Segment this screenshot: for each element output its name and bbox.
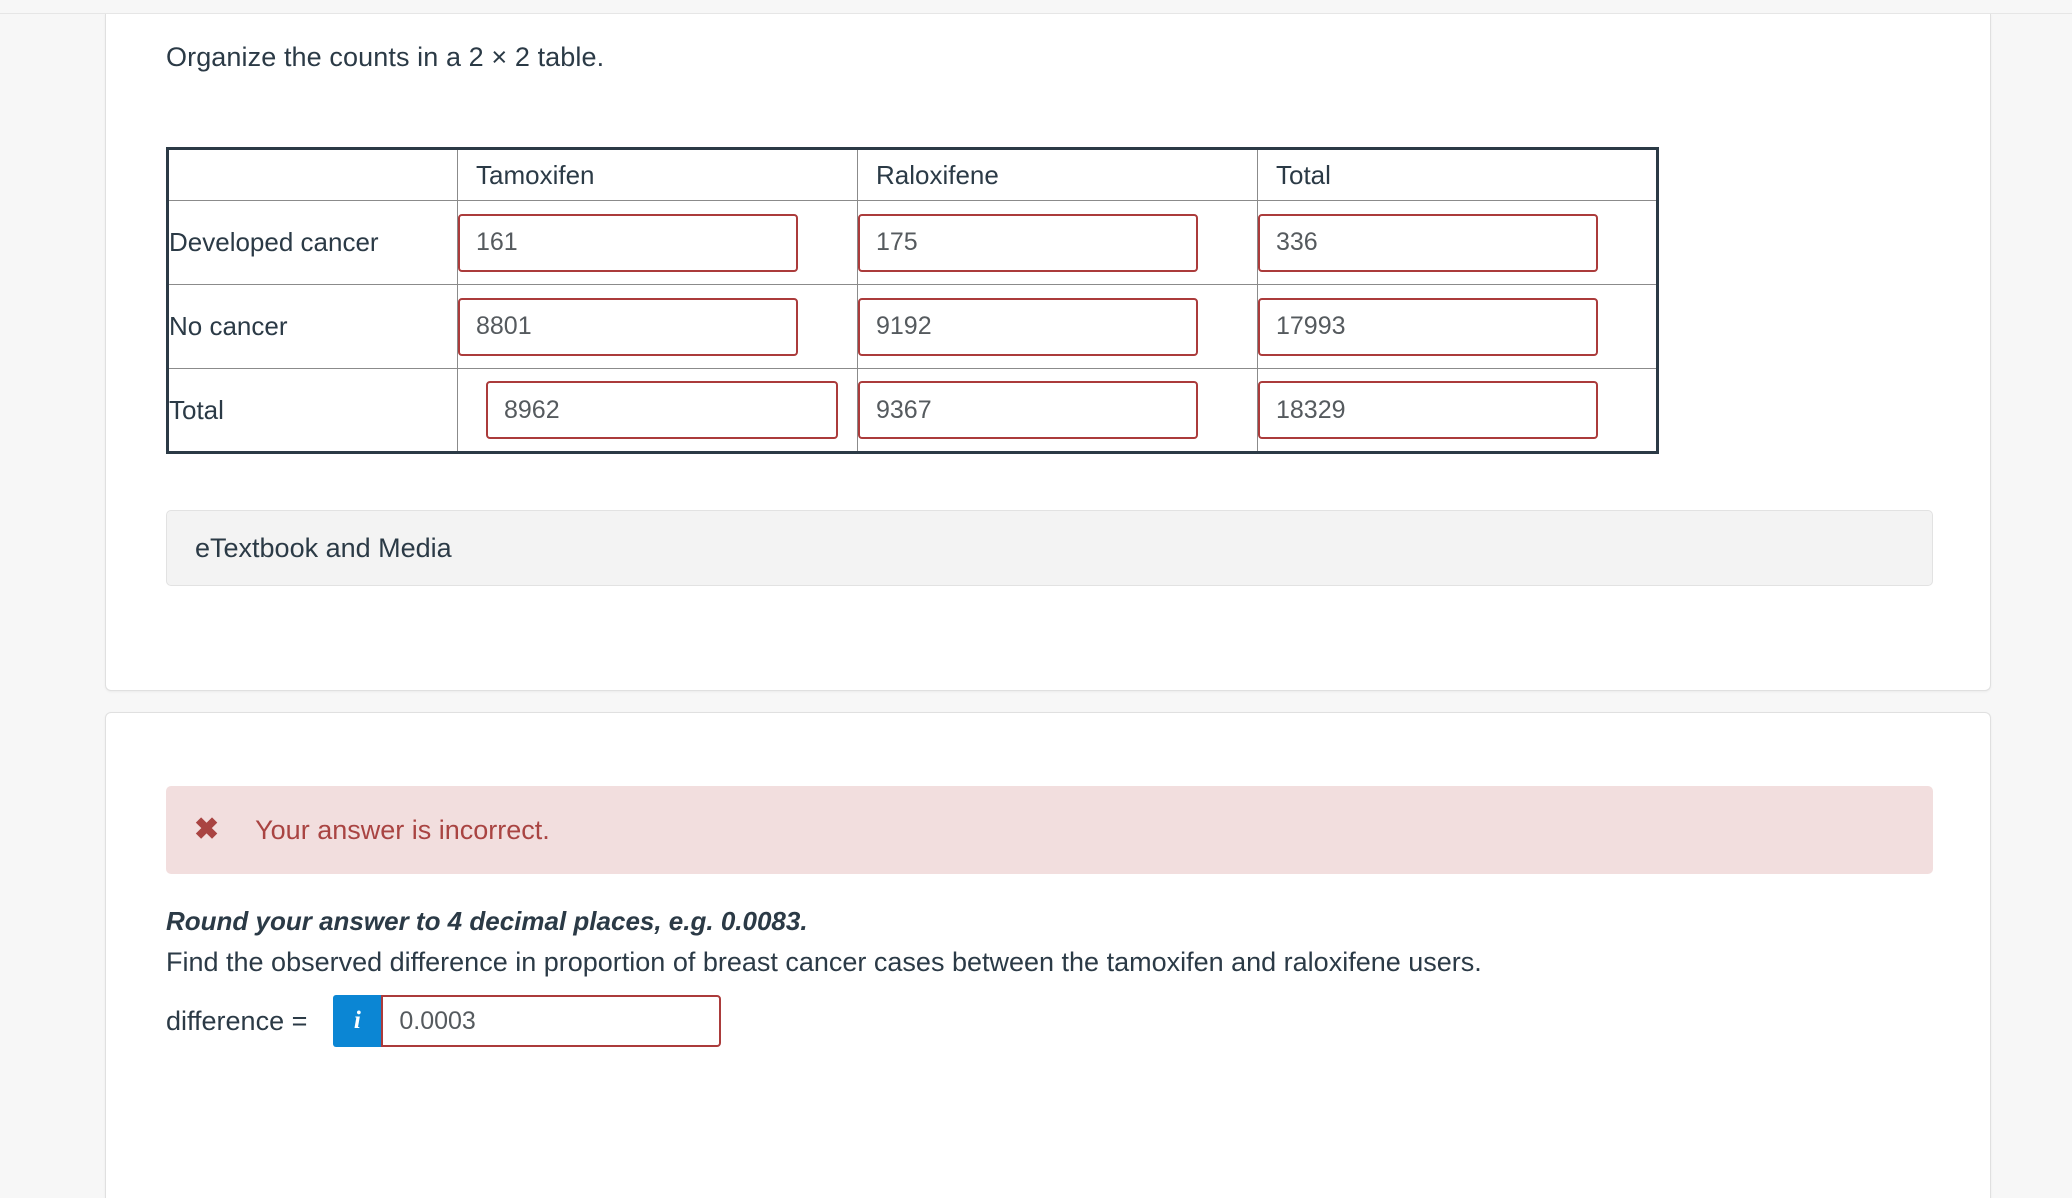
answer-label: difference = [166,1005,308,1036]
counts-table-wrapper: Tamoxifen Raloxifene Total Developed can… [166,147,1659,454]
page-top-strip [0,0,2072,14]
cell-nocancer-tamoxifen [457,284,858,369]
input-total-total[interactable] [1258,381,1598,439]
input-nocancer-total[interactable] [1258,297,1598,356]
cell-developed-raloxifene [857,200,1258,285]
page-title: Organize the counts in a 2 × 2 table. [166,42,605,72]
cell-developed-total [1257,200,1658,285]
table-row: Total [167,368,1658,453]
input-total-tamoxifen[interactable] [486,381,838,439]
question-instruction: Find the observed difference in proporti… [166,947,1482,977]
row-label-developed-cancer: Developed cancer [167,200,458,285]
counts-table: Tamoxifen Raloxifene Total Developed can… [166,147,1659,454]
table-row: Developed cancer [167,200,1658,285]
cell-developed-tamoxifen [457,200,858,285]
table-header-blank [167,148,458,201]
cell-total-raloxifene [857,368,1258,453]
info-icon[interactable]: i [333,995,382,1047]
cell-total-total [1257,368,1658,453]
alert-message: Your answer is incorrect. [255,814,550,845]
input-nocancer-tamoxifen[interactable] [458,297,798,356]
cross-icon: ✖ [194,813,220,846]
page-root: Organize the counts in a 2 × 2 table. Ta… [0,0,2072,1198]
table-header-tamoxifen: Tamoxifen [457,148,858,201]
question-card-table: Organize the counts in a 2 × 2 table. Ta… [105,14,1991,691]
incorrect-answer-alert: ✖ Your answer is incorrect. [166,786,1933,874]
row-label-total: Total [167,368,458,453]
table-header-row: Tamoxifen Raloxifene Total [167,148,1658,201]
row-label-no-cancer: No cancer [167,284,458,369]
rounding-instruction: Round your answer to 4 decimal places, e… [166,906,808,936]
table-row: No cancer [167,284,1658,369]
etextbook-label: eTextbook and Media [195,532,452,563]
counts-table-head: Tamoxifen Raloxifene Total [167,148,1658,201]
answer-row: difference = i [166,995,722,1047]
table-header-total: Total [1257,148,1658,201]
input-developed-tamoxifen[interactable] [458,213,798,272]
etextbook-and-media-button-top[interactable]: eTextbook and Media [166,510,1933,586]
input-developed-raloxifene[interactable] [858,213,1198,272]
input-total-raloxifene[interactable] [858,381,1198,439]
table-header-raloxifene: Raloxifene [857,148,1258,201]
cell-nocancer-total [1257,284,1658,369]
input-developed-total[interactable] [1258,213,1598,272]
question-card-difference: ✖ Your answer is incorrect. Round your a… [105,712,1991,1198]
cell-total-tamoxifen [457,368,858,453]
input-nocancer-raloxifene[interactable] [858,297,1198,356]
difference-input[interactable] [381,995,722,1047]
counts-table-body: Developed cancer No cancer [167,200,1658,453]
cell-nocancer-raloxifene [857,284,1258,369]
